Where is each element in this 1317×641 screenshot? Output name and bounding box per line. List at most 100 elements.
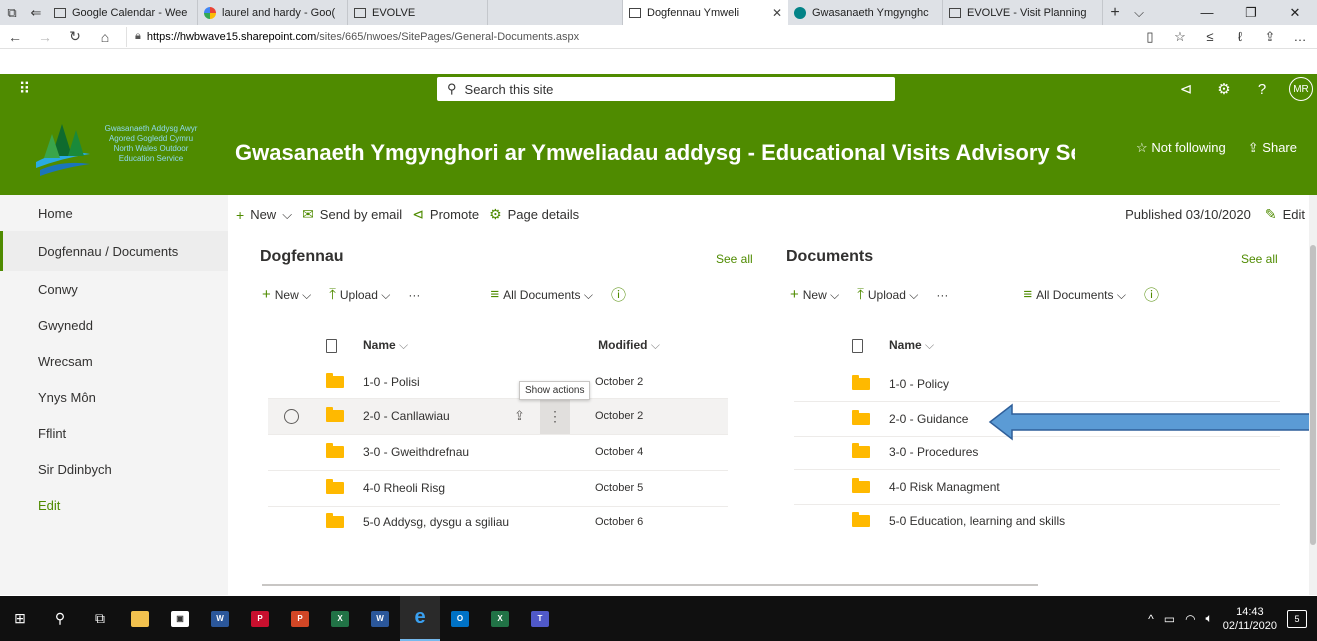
nav-item-home[interactable]: Home [0,195,228,231]
search-icon[interactable]: ⚲ [40,596,80,641]
row-name[interactable]: 2-0 - Guidance [889,412,968,426]
vertical-scrollbar[interactable] [1309,195,1317,595]
new-tab-icon[interactable]: + [1103,0,1127,25]
browser-tab-6[interactable]: EVOLVE - Visit Planning [943,0,1103,25]
refresh-icon[interactable]: ↻ [60,28,90,45]
edge-browser-icon[interactable]: e [400,596,440,641]
upload-button[interactable]: ⤒ Upload ⌵ [857,286,918,303]
info-icon[interactable]: ⓘ [611,284,626,305]
table-row[interactable]: 3-0 - Gweithdrefnau October 4 [268,434,728,470]
task-view-icon[interactable]: ⧉ [80,596,120,641]
nav-item-gwynedd[interactable]: Gwynedd [0,307,228,343]
see-all-link[interactable]: See all [716,252,753,266]
row-name[interactable]: 1-0 - Policy [889,377,949,391]
new-button[interactable]: + New ⌵ [236,207,292,223]
view-switcher[interactable]: ≡ All Documents ⌵ [490,286,593,303]
url-field[interactable]: 🔒︎ https://hwbwave15.sharepoint.com/site… [126,26,1137,47]
forward-icon[interactable]: → [30,29,60,45]
row-name[interactable]: 3-0 - Gweithdrefnau [363,445,469,459]
not-following-button[interactable]: ☆ Not following [1136,140,1226,156]
share-icon[interactable]: ⇪ [514,408,525,424]
row-name[interactable]: 3-0 - Procedures [889,445,978,459]
pdf-icon[interactable]: P [240,596,280,641]
table-row[interactable]: 5-0 Addysg, dysgu a sgiliau October 6 [268,504,728,540]
favorites-list-icon[interactable]: ≤ [1197,29,1223,45]
battery-icon[interactable]: ▭ [1164,612,1175,626]
outlook-icon[interactable]: O [440,596,480,641]
horizontal-scrollbar[interactable] [262,584,1038,586]
search-input[interactable]: ⚲ Search this site [437,77,895,101]
wifi-icon[interactable]: ◠ [1185,612,1195,626]
minimize-icon[interactable]: — [1185,0,1229,25]
table-row[interactable]: 4-0 Rheoli Risg October 5 [268,470,728,506]
row-name[interactable]: 5-0 Education, learning and skills [889,514,1065,528]
row-name[interactable]: 4-0 Rheoli Risg [363,481,445,495]
app-launcher-icon[interactable]: ⠿ [0,79,48,99]
library-new-button[interactable]: + New ⌵ [790,286,839,303]
help-icon[interactable]: ? [1243,81,1281,98]
table-row[interactable]: 1-0 - Polisi October 2 [268,364,728,400]
row-name[interactable]: 1-0 - Polisi [363,375,420,389]
table-row[interactable]: 5-0 Education, learning and skills [794,503,1280,539]
promote-button[interactable]: ⊲ Promote [412,206,479,223]
tab-list-chevron-icon[interactable]: ⌵ [1127,0,1151,25]
back-icon[interactable]: ← [0,29,30,45]
tab-actions-icon[interactable]: ⧉ [0,0,24,25]
more-actions-button[interactable]: ··· [936,288,948,302]
nav-edit-link[interactable]: Edit [0,487,228,523]
set-tabs-aside-icon[interactable]: ⇐ [24,0,48,25]
home-icon[interactable]: ⌂ [90,29,120,45]
show-actions-kebab-icon[interactable]: ⋮ [540,398,570,434]
nav-item-fflint[interactable]: Fflint [0,415,228,451]
excel-icon[interactable]: X [480,596,520,641]
excel-icon[interactable]: X [320,596,360,641]
megaphone-icon[interactable]: ⊲ [1167,80,1205,98]
tray-chevron-icon[interactable]: ^ [1148,612,1154,626]
reading-view-icon[interactable]: ▯ [1137,29,1163,45]
row-name[interactable]: 4-0 Risk Managment [889,480,1000,494]
edit-page-button[interactable]: ✎ Edit [1265,206,1305,223]
favorite-star-icon[interactable]: ☆ [1167,29,1193,45]
browser-tab-5[interactable]: Gwasanaeth Ymgynghc [788,0,943,25]
scrollbar-thumb[interactable] [1310,245,1316,545]
volume-icon[interactable]: 🔈︎ [1206,611,1213,626]
more-actions-button[interactable]: ··· [408,288,420,302]
nav-item-sir-ddinbych[interactable]: Sir Ddinbych [0,451,228,487]
powerpoint-icon[interactable]: P [280,596,320,641]
browser-tab-3[interactable]: EVOLVE [348,0,488,25]
column-header-name[interactable]: Name ⌵ [363,338,408,353]
close-tab-icon[interactable]: ✕ [772,6,782,20]
pen-icon[interactable]: ℓ [1227,29,1253,45]
share-icon[interactable]: ⇪ [1257,29,1283,45]
settings-gear-icon[interactable]: ⚙ [1205,80,1243,98]
view-switcher[interactable]: ≡ All Documents ⌵ [1023,286,1126,303]
share-button[interactable]: ⇪ Share [1248,140,1297,156]
row-name[interactable]: 5-0 Addysg, dysgu a sgiliau [363,515,509,529]
table-row[interactable]: 1-0 - Policy [794,366,1280,402]
browser-tab-2[interactable]: laurel and hardy - Goo( [198,0,348,25]
table-row[interactable]: 2-0 - Canllawiau ⇪ ⋮ October 2 [268,398,728,434]
send-by-email-button[interactable]: ✉ Send by email [302,206,402,223]
system-clock[interactable]: 14:43 02/11/2020 [1223,605,1277,633]
nav-item-documents[interactable]: Dogfennau / Documents [0,231,228,271]
column-header-name[interactable]: Name ⌵ [889,338,934,353]
site-logo[interactable]: Gwasanaeth Addysg Awyr Agored Gogledd Cy… [32,118,212,180]
word-icon[interactable]: W [360,596,400,641]
library-title[interactable]: Dogfennau [260,248,344,266]
column-header-modified[interactable]: Modified ⌵ [598,338,660,353]
close-window-icon[interactable]: ✕ [1273,0,1317,25]
site-title[interactable]: Gwasanaeth Ymgynghori ar Ymweliadau addy… [235,140,1075,166]
browser-tab-1[interactable]: Google Calendar - Wee [48,0,198,25]
nav-item-wrecsam[interactable]: Wrecsam [0,343,228,379]
see-all-link[interactable]: See all [1241,252,1278,266]
teams-icon[interactable]: T [520,596,560,641]
nav-item-conwy[interactable]: Conwy [0,271,228,307]
browser-tab-4-active[interactable]: Dogfennau Ymweli ✕ [623,0,788,25]
table-row[interactable]: 4-0 Risk Managment [794,469,1280,505]
avatar[interactable]: MR [1289,77,1313,101]
library-title[interactable]: Documents [786,248,873,266]
page-details-button[interactable]: ⚙ Page details [489,206,579,223]
windows-start-icon[interactable]: ⊞ [0,596,40,641]
store-icon[interactable]: ▣ [160,596,200,641]
library-new-button[interactable]: + New ⌵ [262,286,311,303]
